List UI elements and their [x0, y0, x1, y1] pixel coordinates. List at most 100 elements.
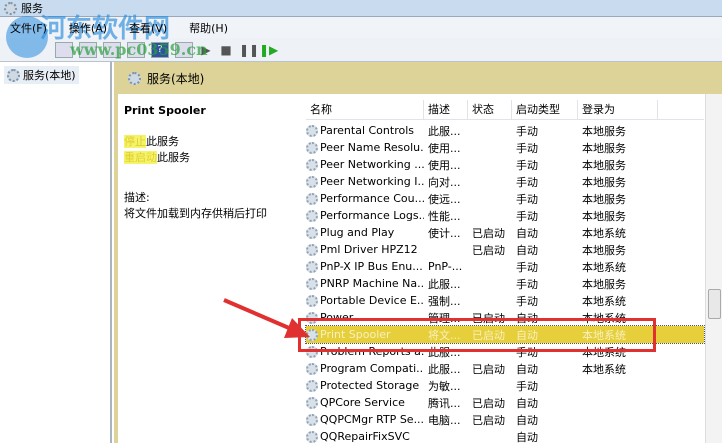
cell-name: Performance Cou... — [306, 192, 424, 205]
description-text: 将文件加载到内存供稍后打印 — [124, 207, 267, 220]
cell-name: QPCore Service — [306, 396, 424, 409]
details-panel: Print Spooler 停止此服务 重启动此服务 描述: 将文件加载到内存供… — [114, 94, 302, 443]
cell-name: PnP-X IP Bus Enu... — [306, 260, 424, 273]
help-icon[interactable]: ? — [151, 41, 169, 58]
service-icon — [306, 413, 318, 426]
table-row[interactable]: Performance Cou... 使远... 手动 本地服务 — [306, 190, 704, 207]
cell-name: Peer Name Resolu... — [306, 141, 424, 154]
cell: 自动 — [516, 243, 538, 257]
cell-name: Portable Device E... — [306, 294, 424, 307]
cell: 为敏... — [428, 379, 461, 393]
service-icon — [306, 209, 318, 222]
table-row[interactable]: Program Compati... 此服... 已启动 自动 本地系统 — [306, 360, 704, 377]
cell: 手动 — [516, 124, 538, 138]
cell: 本地系统 — [582, 362, 626, 376]
service-name: Program Compati... — [320, 362, 424, 375]
service-name: Print Spooler — [124, 104, 206, 117]
col-desc[interactable]: 描述 — [424, 100, 468, 119]
refresh-icon[interactable] — [103, 41, 121, 58]
properties-icon[interactable] — [79, 41, 97, 58]
cell: 电脑... — [428, 413, 461, 427]
services-icon — [4, 1, 17, 15]
stop-suffix: 此服务 — [146, 135, 179, 148]
scrollbar[interactable] — [705, 94, 722, 443]
menu-view[interactable]: 查看(V) — [129, 20, 167, 36]
cell: 已启动 — [472, 226, 505, 240]
export-icon[interactable] — [127, 41, 145, 58]
tree-item-services-local[interactable]: 服务(本地) — [4, 66, 79, 84]
table-row[interactable]: PNRP Machine Na... 此服... 手动 本地服务 — [306, 275, 704, 292]
table-row[interactable]: Protected Storage 为敏... 手动 — [306, 377, 704, 394]
highlight-box — [298, 318, 656, 352]
cell: 本地系统 — [582, 294, 626, 308]
table-row[interactable]: QQRepairFixSVC 自动 — [306, 428, 704, 445]
cell: 自动 — [516, 362, 538, 376]
cell: 已启动 — [472, 396, 505, 410]
cell: 向对... — [428, 175, 461, 189]
menu-file[interactable]: 文件(F) — [10, 20, 47, 36]
pause-icon[interactable]: ❚❚ — [239, 43, 259, 57]
col-startup[interactable]: 启动类型 — [512, 100, 578, 119]
service-name: Protected Storage — [320, 379, 420, 392]
table-row[interactable]: Pml Driver HPZ12 已启动 自动 本地服务 — [306, 241, 704, 258]
cell: 使用... — [428, 158, 461, 172]
cell: 手动 — [516, 192, 538, 206]
start-icon[interactable]: ▶ — [199, 43, 213, 57]
col-status[interactable]: 状态 — [468, 100, 512, 119]
stop-icon[interactable]: ■ — [219, 43, 233, 57]
table-row[interactable]: PnP-X IP Bus Enu... PnP-... 手动 本地系统 — [306, 258, 704, 275]
service-name: QQRepairFixSVC — [320, 430, 410, 443]
service-icon — [306, 226, 318, 239]
cell: 本地服务 — [582, 175, 626, 189]
table-row[interactable]: Peer Name Resolu... 使用... 手动 本地服务 — [306, 139, 704, 156]
table-row[interactable]: QQPCMgr RTP Se... 电脑... 已启动 自动 — [306, 411, 704, 428]
scroll-thumb[interactable] — [708, 289, 721, 319]
table-row[interactable]: QPCore Service 腾讯... 已启动 自动 — [306, 394, 704, 411]
cell: 自动 — [516, 226, 538, 240]
cell: 本地服务 — [582, 243, 626, 257]
restart-service-link[interactable]: 重启动 — [124, 151, 157, 164]
menu-help[interactable]: 帮助(H) — [189, 20, 228, 36]
cell: PnP-... — [428, 260, 463, 273]
service-name: Plug and Play — [320, 226, 395, 239]
view-icon[interactable] — [175, 41, 193, 58]
cell: 已启动 — [472, 413, 505, 427]
window-title: 服务 — [21, 2, 43, 15]
table-row[interactable]: Portable Device E... 强制... 手动 本地系统 — [306, 292, 704, 309]
cell-name: Parental Controls — [306, 124, 424, 137]
cell: 此服... — [428, 124, 461, 138]
stop-service-link[interactable]: 停止 — [124, 135, 146, 148]
cell: 手动 — [516, 141, 538, 155]
cell: 本地系统 — [582, 226, 626, 240]
service-name: Pml Driver HPZ12 — [320, 243, 418, 256]
service-name: Peer Name Resolu... — [320, 141, 424, 154]
cell: 自动 — [516, 396, 538, 410]
cell-name: Pml Driver HPZ12 — [306, 243, 424, 256]
table-row[interactable]: Peer Networking I... 向对... 手动 本地服务 — [306, 173, 704, 190]
console-tree-icon[interactable] — [55, 41, 73, 58]
cell: 性能... — [428, 209, 461, 223]
col-name[interactable]: 名称 — [306, 100, 424, 119]
cell: 手动 — [516, 175, 538, 189]
cell: 自动 — [516, 413, 538, 427]
cell: 腾讯... — [428, 396, 461, 410]
restart-icon[interactable]: ❚▶ — [259, 43, 278, 57]
cell: 本地系统 — [582, 260, 626, 274]
table-row[interactable]: Parental Controls 此服... 手动 本地服务 — [306, 122, 704, 139]
table-row[interactable]: Plug and Play 使计... 已启动 自动 本地系统 — [306, 224, 704, 241]
cell-name: QQRepairFixSVC — [306, 430, 424, 443]
table-row[interactable]: Peer Networking ... 使用... 手动 本地服务 — [306, 156, 704, 173]
service-icon — [306, 175, 318, 188]
menu-action[interactable]: 操作(A) — [69, 20, 107, 36]
table-row[interactable]: Performance Logs... 性能... 手动 本地服务 — [306, 207, 704, 224]
cell: 手动 — [516, 158, 538, 172]
cell: 此服... — [428, 362, 461, 376]
service-name: QPCore Service — [320, 396, 405, 409]
service-icon — [306, 294, 318, 307]
col-logon[interactable]: 登录为 — [578, 100, 658, 119]
cell-name: Plug and Play — [306, 226, 424, 239]
cell: 本地服务 — [582, 277, 626, 291]
service-name: Parental Controls — [320, 124, 414, 137]
service-name: QQPCMgr RTP Se... — [320, 413, 424, 426]
service-name: PnP-X IP Bus Enu... — [320, 260, 423, 273]
